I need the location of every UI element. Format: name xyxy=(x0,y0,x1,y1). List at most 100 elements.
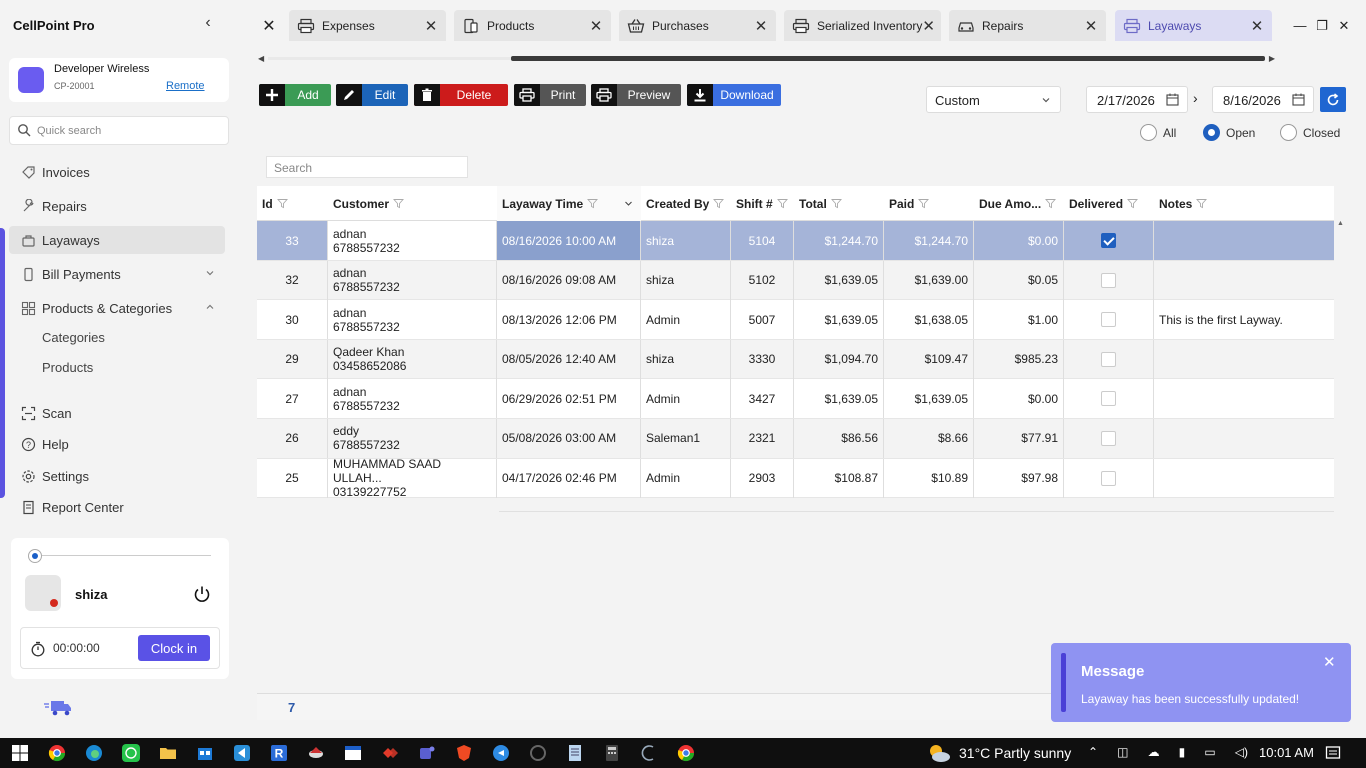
filter-icon[interactable] xyxy=(1127,198,1139,209)
calendar-icon[interactable] xyxy=(1292,93,1305,106)
grid-vertical-scrollbar[interactable]: ▲ xyxy=(1334,186,1348,512)
weather-icon[interactable] xyxy=(926,742,952,764)
truck-icon[interactable] xyxy=(43,698,73,718)
table-row[interactable]: 25 MUHAMMAD SAAD ULLAH... 03139227752 04/17… xyxy=(257,457,1334,499)
app-blue-icon[interactable] xyxy=(492,744,510,762)
chrome-icon[interactable] xyxy=(677,744,695,762)
tab-repairs[interactable]: Repairs ✕ xyxy=(949,10,1106,41)
close-window-icon[interactable]: ✕ xyxy=(1336,18,1352,38)
filter-icon[interactable] xyxy=(776,198,788,209)
scroll-thumb[interactable] xyxy=(511,56,1265,61)
filter-icon[interactable] xyxy=(1045,198,1057,209)
tab-serialized-inventory[interactable]: Serialized Inventory ✕ xyxy=(784,10,941,41)
table-row[interactable]: 27 adnan 6788557232 06/29/2026 02:51 PM Admi… xyxy=(257,379,1334,419)
filter-icon[interactable] xyxy=(1196,198,1208,209)
filter-icon[interactable] xyxy=(713,198,725,209)
close-icon[interactable]: ✕ xyxy=(1323,653,1336,671)
collapse-sidebar-button[interactable]: ‹ xyxy=(198,14,218,36)
column-header-layaway-time[interactable]: Layaway Time xyxy=(497,186,641,221)
filter-icon[interactable] xyxy=(393,198,405,209)
table-row[interactable]: 30 adnan 6788557232 08/13/2026 12:06 PM Admi… xyxy=(257,300,1334,340)
loading-app-icon[interactable] xyxy=(640,744,658,762)
quick-search-input[interactable] xyxy=(37,122,222,140)
sidebar-item-bill-payments[interactable]: Bill Payments xyxy=(9,260,225,288)
weather-text[interactable]: 31°C Partly sunny xyxy=(959,745,1071,761)
table-row[interactable]: 26 eddy 6788557232 05/08/2026 03:00 AM Salem… xyxy=(257,418,1334,459)
print-button[interactable]: Print xyxy=(514,84,586,106)
table-row[interactable]: 29 Qadeer Khan 03458652086 08/05/2026 12:40… xyxy=(257,339,1334,380)
delivered-checkbox[interactable] xyxy=(1101,470,1116,486)
date-from-field[interactable]: 2/17/2026 xyxy=(1086,86,1188,113)
power-icon[interactable] xyxy=(192,584,212,604)
column-header-delivered[interactable]: Delivered xyxy=(1064,186,1154,221)
status-radio-closed[interactable]: Closed xyxy=(1280,124,1340,141)
app-circle-icon[interactable] xyxy=(529,744,547,762)
restore-icon[interactable]: ❐ xyxy=(1314,18,1330,38)
close-tab-button[interactable]: ✕ xyxy=(258,16,280,36)
close-icon[interactable]: ✕ xyxy=(1082,17,1100,35)
sidebar-item-report-center[interactable]: Report Center xyxy=(9,493,225,521)
calculator-icon[interactable] xyxy=(603,744,621,762)
table-row[interactable]: 33 adnan 6788557232 08/16/2026 10:00 AM shiz… xyxy=(257,221,1334,261)
tab-products[interactable]: Products ✕ xyxy=(454,10,611,41)
scroll-left-icon[interactable]: ◀ xyxy=(258,54,264,63)
close-icon[interactable]: ✕ xyxy=(422,17,440,35)
network-icon[interactable]: ▭ xyxy=(1204,745,1215,761)
sidebar-item-scan[interactable]: Scan xyxy=(9,399,225,427)
status-radio-open[interactable]: Open xyxy=(1203,124,1255,141)
app-window-icon[interactable] xyxy=(344,744,362,762)
anydesk-icon[interactable] xyxy=(381,744,399,762)
sidebar-item-help[interactable]: ? Help xyxy=(9,430,225,458)
sidebar-subitem-categories[interactable]: Categories xyxy=(42,330,105,345)
whatsapp-icon[interactable] xyxy=(122,744,140,762)
close-icon[interactable]: ✕ xyxy=(587,17,605,35)
refresh-button[interactable] xyxy=(1320,87,1346,112)
chrome-icon[interactable] xyxy=(48,744,66,762)
meet-icon[interactable]: ◫ xyxy=(1117,745,1128,761)
status-radio-all[interactable]: All xyxy=(1140,124,1176,141)
edit-button[interactable]: Edit xyxy=(336,84,408,106)
column-header-shift[interactable]: Shift # xyxy=(731,186,794,221)
notification-icon[interactable] xyxy=(1325,745,1341,761)
edge-icon[interactable] xyxy=(85,744,103,762)
cloud-icon[interactable]: ☁ xyxy=(1148,745,1160,761)
sidebar-item-products-categories[interactable]: Products & Categories xyxy=(9,294,225,322)
tab-expenses[interactable]: Expenses ✕ xyxy=(289,10,446,41)
date-range-select[interactable]: Custom xyxy=(926,86,1061,113)
microphone-icon[interactable]: ▮ xyxy=(1179,745,1186,761)
column-header-total[interactable]: Total xyxy=(794,186,884,221)
tab-scrollbar[interactable]: ◀ ▶ xyxy=(258,54,1275,63)
tab-purchases[interactable]: Purchases ✕ xyxy=(619,10,776,41)
clock-in-button[interactable]: Clock in xyxy=(138,635,210,661)
calendar-icon[interactable] xyxy=(1166,93,1179,106)
grid-search-input[interactable] xyxy=(274,160,462,175)
delivered-checkbox[interactable] xyxy=(1101,312,1116,328)
cloud-app-icon[interactable] xyxy=(307,744,325,762)
delivered-checkbox[interactable] xyxy=(1101,430,1116,446)
delivered-checkbox[interactable] xyxy=(1101,391,1116,407)
column-header-created-by[interactable]: Created By xyxy=(641,186,731,221)
preview-button[interactable]: Preview xyxy=(591,84,681,106)
filter-icon[interactable] xyxy=(276,198,288,209)
volume-icon[interactable]: ◁) xyxy=(1235,745,1248,761)
folder-icon[interactable] xyxy=(159,744,177,762)
grid-search-box[interactable] xyxy=(266,156,468,178)
filter-icon[interactable] xyxy=(830,198,842,209)
taskbar-clock[interactable]: 10:01 AM xyxy=(1259,745,1314,760)
add-button[interactable]: Add xyxy=(259,84,331,106)
notepad-icon[interactable] xyxy=(566,744,584,762)
sidebar-item-repairs[interactable]: Repairs xyxy=(9,192,225,220)
delivered-checkbox[interactable] xyxy=(1101,351,1116,367)
table-row[interactable]: 32 adnan 6788557232 08/16/2026 09:08 AM shiz… xyxy=(257,260,1334,301)
store-icon[interactable] xyxy=(196,744,214,762)
store-card[interactable]: Developer Wireless CP-20001 Remote xyxy=(9,58,229,102)
scroll-up-icon[interactable]: ▲ xyxy=(1337,220,1344,227)
windows-start-icon[interactable] xyxy=(11,744,29,762)
delivered-checkbox[interactable] xyxy=(1101,272,1116,288)
vscode-icon[interactable] xyxy=(233,744,251,762)
sort-chevron-icon[interactable] xyxy=(624,199,633,208)
quick-search-box[interactable] xyxy=(9,116,229,145)
scroll-right-icon[interactable]: ▶ xyxy=(1269,54,1275,63)
close-icon[interactable]: ✕ xyxy=(922,17,935,35)
app-r-icon[interactable]: R xyxy=(270,744,288,762)
